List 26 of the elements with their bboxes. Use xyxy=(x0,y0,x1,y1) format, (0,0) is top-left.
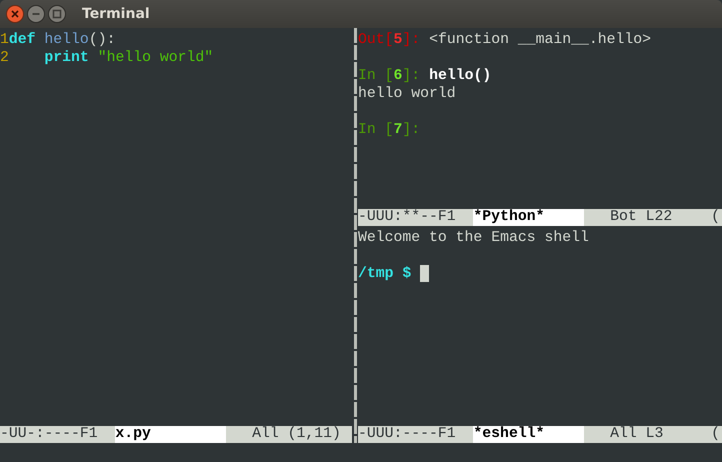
mode-line-overflow: ( xyxy=(711,209,721,226)
mode-line-status: -UUU:**--F1 xyxy=(358,209,457,226)
code-line: In [7]: xyxy=(358,121,420,139)
mode-line-position: Bot L22 xyxy=(609,209,672,226)
mode-line-position: All (1,11) xyxy=(251,426,341,443)
code-line: In [6]: hello() xyxy=(358,67,492,85)
buffer-name: *Python* xyxy=(473,209,584,226)
minimize-icon[interactable] xyxy=(27,5,45,23)
text-cursor xyxy=(420,265,430,282)
line-number: 1 xyxy=(0,31,9,49)
code-line: hello world xyxy=(358,85,456,103)
maximize-icon[interactable] xyxy=(48,5,66,23)
close-icon[interactable] xyxy=(6,5,24,23)
buffer-name: *eshell* xyxy=(473,426,584,443)
window-title: Terminal xyxy=(82,6,150,22)
mode-line-overflow: ( xyxy=(711,426,721,443)
code-line: def hello(): xyxy=(8,31,116,49)
shell-prompt: /tmp $ xyxy=(358,265,412,283)
line-number: 2 xyxy=(0,49,9,67)
mode-line-position: All L3 xyxy=(609,426,664,443)
code-line: Out[5]: <function __main__.hello> xyxy=(358,31,652,49)
mode-line-status: -UUU:----F1 xyxy=(358,426,457,443)
code-line: print "hello world" xyxy=(43,49,214,67)
buffer-name: x.py xyxy=(115,426,226,443)
code-line: Welcome to the Emacs shell xyxy=(358,229,589,247)
mode-line-status: -UU-:----F1 xyxy=(0,426,99,443)
